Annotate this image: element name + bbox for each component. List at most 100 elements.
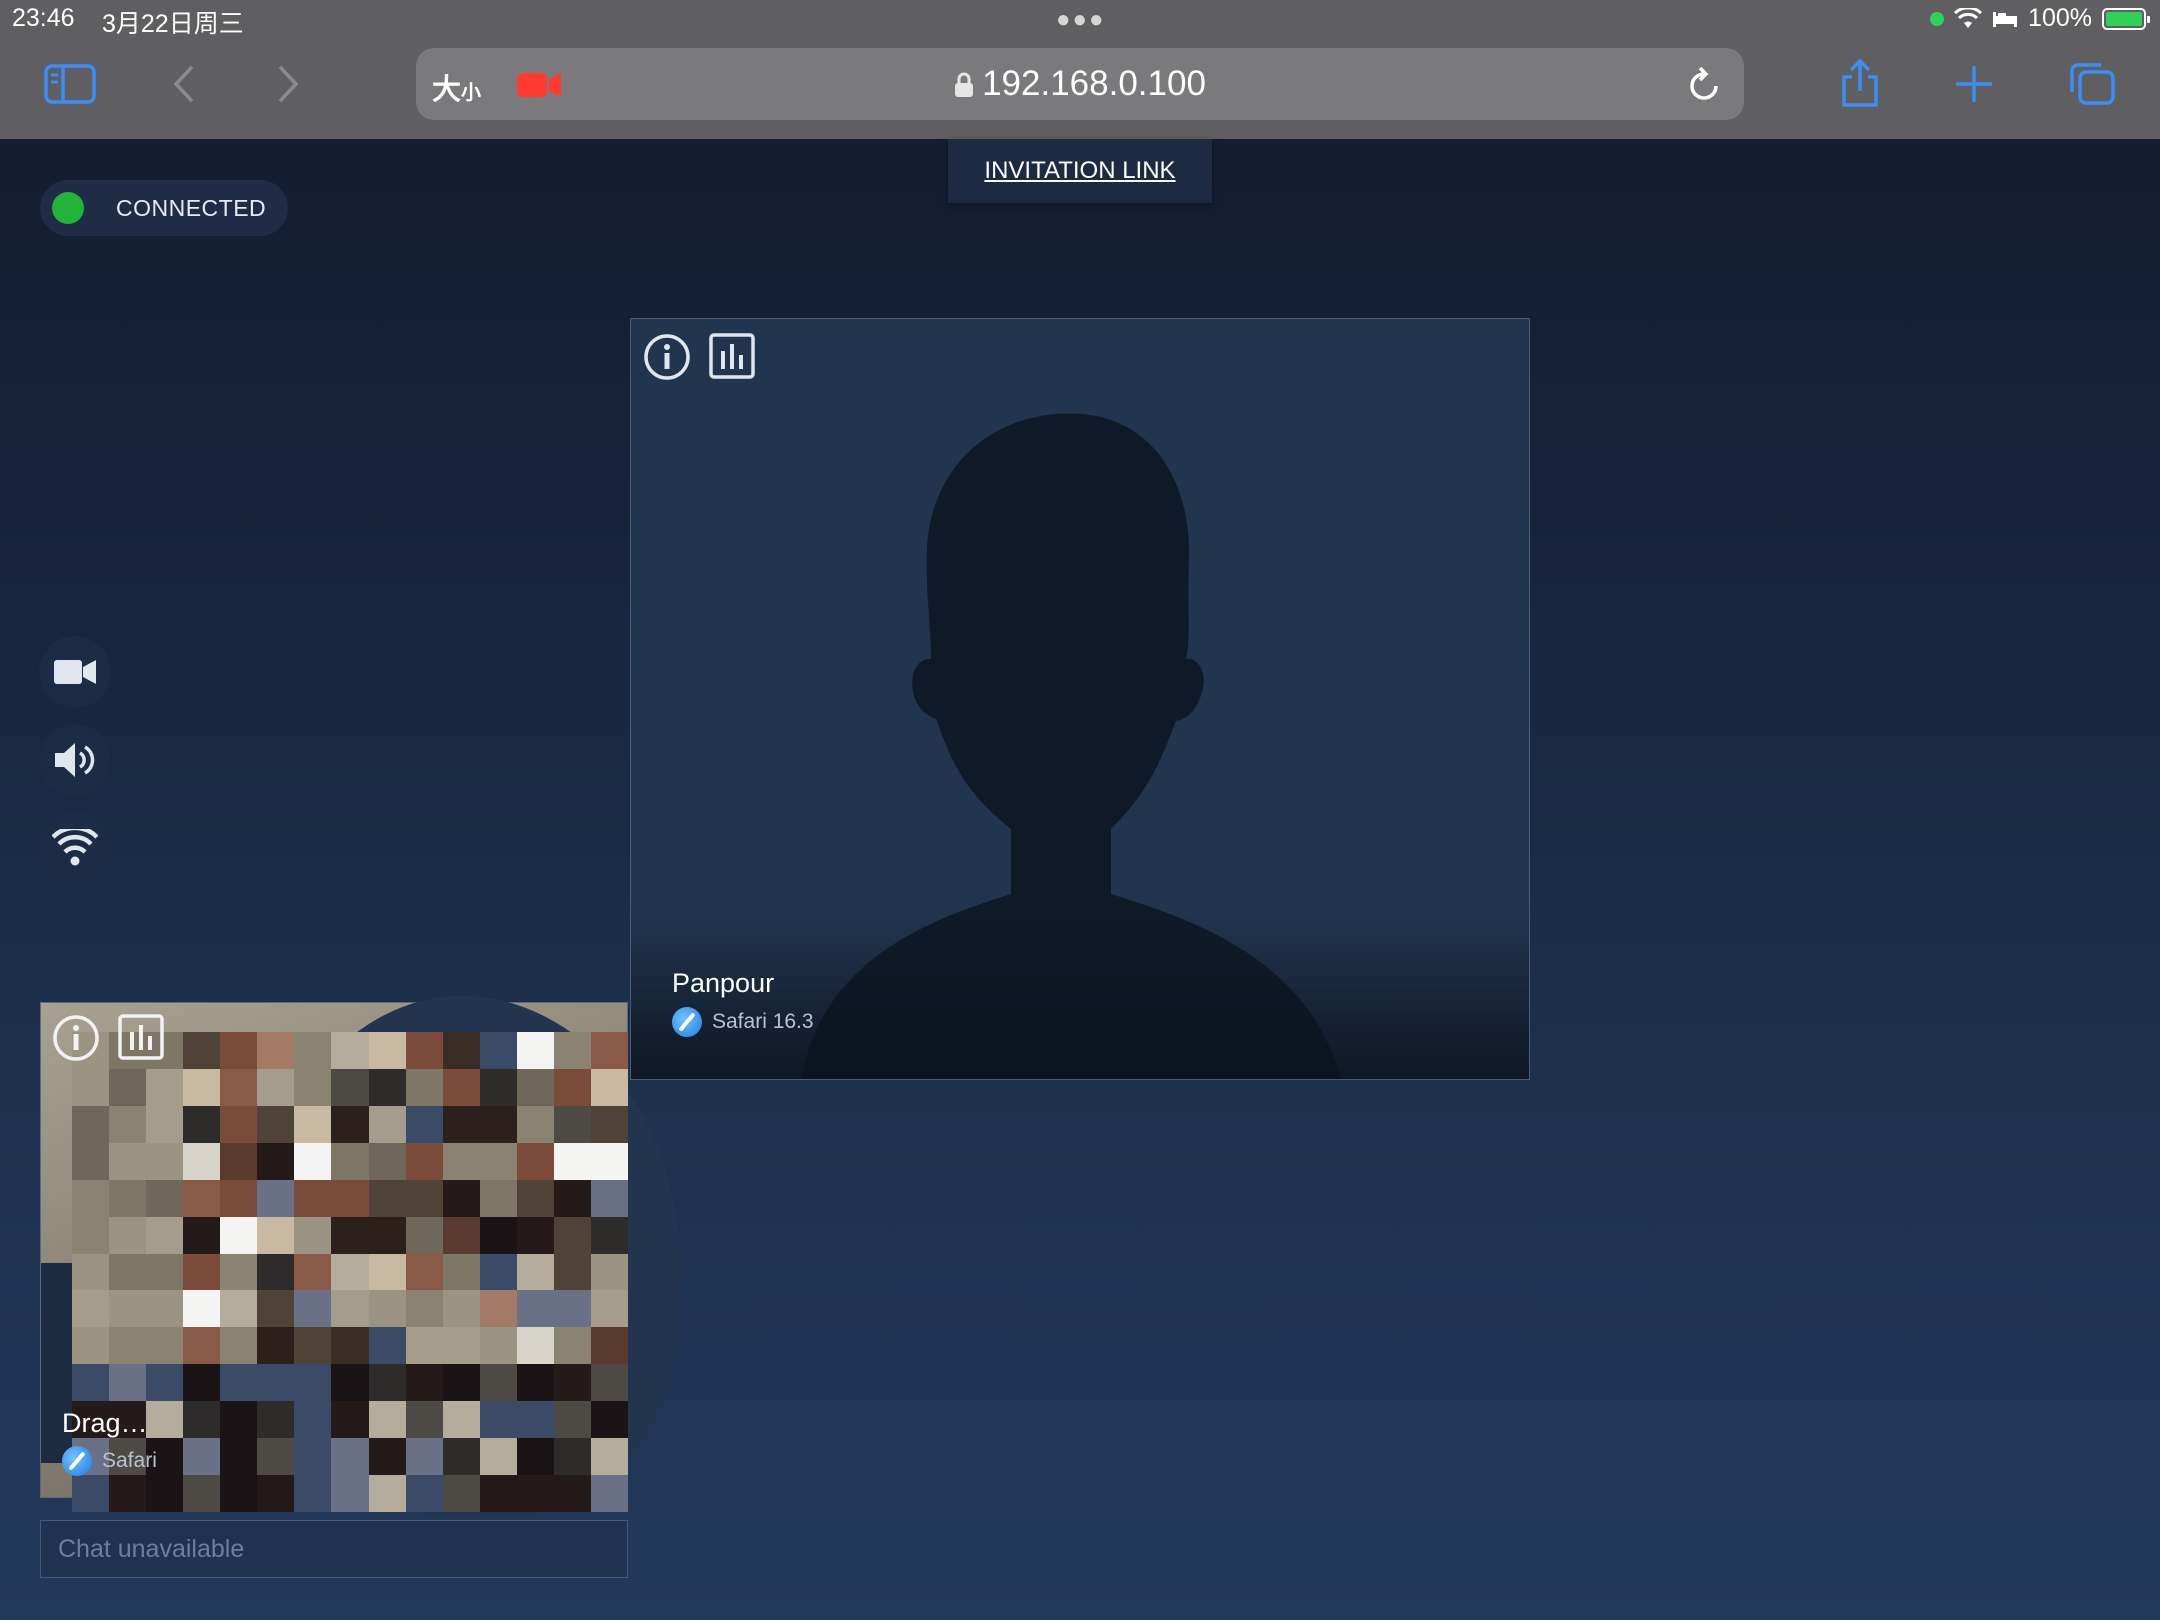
mosaic-cell (331, 1216, 369, 1254)
mosaic-cell (553, 1105, 591, 1143)
mosaic-cell (220, 1068, 258, 1106)
mosaic-cell (516, 1475, 554, 1512)
mosaic-cell (368, 1142, 406, 1180)
mosaic-cell (590, 1068, 628, 1106)
mosaic-cell (479, 1216, 517, 1254)
mosaic-cell (331, 1475, 369, 1512)
speaker-toggle-button[interactable] (39, 724, 111, 796)
mosaic-cell (368, 1438, 406, 1476)
mosaic-cell (331, 1142, 369, 1180)
mosaic-cell (442, 1364, 480, 1402)
invitation-link-tab[interactable]: INVITATION LINK (948, 139, 1212, 203)
mosaic-cell (590, 1327, 628, 1365)
mosaic-cell (553, 1142, 591, 1180)
mosaic-cell (442, 1179, 480, 1217)
mosaic-cell (72, 1253, 110, 1291)
mosaic-cell (183, 1032, 221, 1069)
lock-icon (955, 72, 974, 97)
mosaic-cell (405, 1364, 443, 1402)
forward-chevron-icon[interactable] (260, 60, 316, 108)
mosaic-cell (220, 1364, 258, 1402)
network-stats-button[interactable] (39, 812, 111, 884)
mosaic-cell (109, 1364, 147, 1402)
mosaic-cell (109, 1290, 147, 1328)
mosaic-cell (220, 1438, 258, 1476)
mosaic-cell (183, 1105, 221, 1143)
mosaic-cell (442, 1475, 480, 1512)
mosaic-cell (405, 1032, 443, 1069)
mosaic-cell (294, 1475, 332, 1512)
participant-tile-main[interactable]: Panpour Safari 16.3 (630, 318, 1530, 1080)
info-icon[interactable] (52, 1014, 100, 1062)
participant-name: Panpour (672, 968, 775, 998)
mosaic-cell (590, 1475, 628, 1512)
back-chevron-icon[interactable] (156, 60, 212, 108)
mosaic-cell (331, 1364, 369, 1402)
mosaic-cell (331, 1401, 369, 1439)
mosaic-cell (368, 1105, 406, 1143)
share-icon[interactable] (1832, 59, 1888, 108)
info-icon[interactable] (643, 333, 691, 381)
mosaic-cell (72, 1105, 110, 1143)
mosaic-cell (183, 1438, 221, 1476)
self-browser: Safari (62, 1446, 157, 1476)
multitasking-dots-icon[interactable]: ●●● (1056, 6, 1106, 34)
mosaic-cell (479, 1105, 517, 1143)
chat-placeholder: Chat unavailable (58, 1535, 245, 1563)
mosaic-cell (516, 1327, 554, 1365)
tile-controls (643, 333, 755, 381)
mosaic-cell (146, 1142, 184, 1180)
mosaic-cell (479, 1032, 517, 1069)
mosaic-cell (72, 1179, 110, 1217)
chat-input[interactable]: Chat unavailable (40, 1520, 628, 1578)
mosaic-cell (109, 1327, 147, 1365)
mosaic-cell (294, 1179, 332, 1217)
new-tab-plus-icon[interactable] (1946, 60, 2002, 108)
mosaic-cell (146, 1105, 184, 1143)
mosaic-cell (72, 1216, 110, 1254)
participant-browser: Safari 16.3 (672, 1007, 814, 1037)
url-text: 192.168.0.100 (982, 64, 1206, 103)
mosaic-cell (479, 1438, 517, 1476)
mosaic-cell (442, 1401, 480, 1439)
invitation-link[interactable]: INVITATION LINK (984, 157, 1175, 185)
mosaic-cell (405, 1253, 443, 1291)
mosaic-cell (405, 1216, 443, 1254)
mosaic-cell (257, 1290, 295, 1328)
mosaic-cell (294, 1290, 332, 1328)
mosaic-cell (479, 1179, 517, 1217)
mosaic-cell (257, 1364, 295, 1402)
mosaic-cell (257, 1105, 295, 1143)
mosaic-cell (405, 1105, 443, 1143)
tabs-overview-icon[interactable] (2064, 60, 2120, 108)
mosaic-cell (294, 1068, 332, 1106)
participant-browser-label: Safari 16.3 (712, 1010, 814, 1033)
mosaic-cell (553, 1216, 591, 1254)
mosaic-cell (294, 1216, 332, 1254)
sidebar-toggle-icon[interactable] (42, 60, 98, 108)
mosaic-cell (442, 1068, 480, 1106)
mosaic-cell (442, 1290, 480, 1328)
mosaic-cell (331, 1438, 369, 1476)
mosaic-cell (72, 1068, 110, 1106)
stats-chart-icon[interactable] (118, 1014, 164, 1060)
mosaic-cell (146, 1179, 184, 1217)
mosaic-cell (590, 1142, 628, 1180)
stats-chart-icon[interactable] (709, 333, 755, 379)
mosaic-cell (405, 1475, 443, 1512)
mosaic-cell (146, 1216, 184, 1254)
reload-icon[interactable] (1686, 64, 1722, 109)
mosaic-cell (590, 1253, 628, 1291)
mosaic-cell (257, 1068, 295, 1106)
address-bar[interactable]: 大小 192.168.0.100 (416, 48, 1744, 120)
mosaic-cell (368, 1327, 406, 1365)
mosaic-cell (294, 1142, 332, 1180)
mosaic-cell (331, 1068, 369, 1106)
mosaic-cell (331, 1032, 369, 1069)
mosaic-cell (109, 1216, 147, 1254)
self-browser-label: Safari (102, 1449, 157, 1472)
mosaic-cell (405, 1068, 443, 1106)
camera-toggle-button[interactable] (39, 636, 111, 708)
mosaic-cell (368, 1364, 406, 1402)
mosaic-cell (109, 1068, 147, 1106)
